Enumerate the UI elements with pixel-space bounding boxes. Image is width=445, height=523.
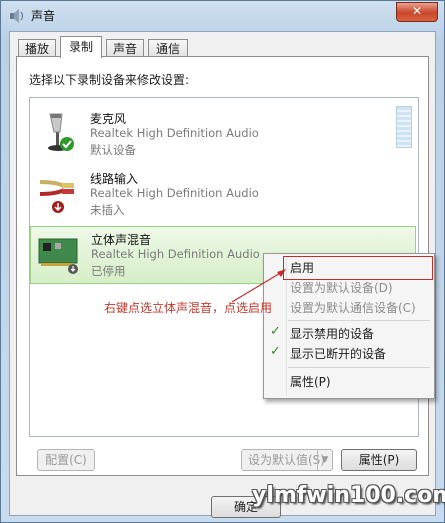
speaker-icon (10, 9, 24, 23)
device-microphone[interactable]: 麦克风 Realtek High Definition Audio 默认设备 (30, 106, 416, 164)
menu-separator (288, 367, 430, 368)
device-name: 线路输入 (90, 172, 139, 186)
tab-sounds[interactable]: 声音 (106, 39, 144, 57)
set-default-label: 设为默认值(S) (248, 453, 325, 467)
tab-playback[interactable]: 播放 (18, 39, 56, 57)
device-status: 已停用 (91, 264, 126, 278)
tab-communications[interactable]: 通信 (148, 39, 188, 57)
set-default-button[interactable]: 设为默认值(S) ▼ (241, 449, 333, 471)
menu-separator (288, 320, 430, 321)
device-driver: Realtek High Definition Audio (90, 186, 259, 200)
configure-button[interactable]: 配置(C) (37, 449, 95, 471)
annotation-text: 右键点选立体声混音，点选启用 (104, 301, 273, 315)
menu-item-show-disconnected[interactable]: 显示已断开的设备 (290, 344, 386, 364)
checkmark-icon: ✓ (270, 344, 281, 359)
annotation-highlight-box (283, 256, 433, 280)
menu-item-set-default-comm[interactable]: 设置为默认通信设备(C) (290, 298, 416, 318)
window-title: 声音 (31, 9, 56, 23)
close-button[interactable]: ✕ (396, 2, 438, 22)
device-line-in[interactable]: 线路输入 Realtek High Definition Audio 未插入 (30, 166, 416, 224)
menu-item-show-disabled[interactable]: 显示禁用的设备 (290, 324, 374, 344)
device-status: 未插入 (90, 203, 125, 217)
chevron-down-icon[interactable]: ▼ (317, 450, 332, 470)
menu-item-set-default[interactable]: 设置为默认设备(D) (290, 278, 393, 298)
instruction-label: 选择以下录制设备来修改设置: (29, 73, 190, 87)
device-status: 默认设备 (90, 143, 136, 157)
device-name: 麦克风 (90, 112, 127, 126)
title-bar[interactable]: 声音 ✕ (1, 1, 444, 31)
device-driver: Realtek High Definition Audio (90, 126, 259, 140)
watermark: ylmfwin100.com (252, 483, 445, 508)
device-name: 立体声混音 (91, 233, 152, 247)
checkmark-icon: ✓ (270, 324, 281, 339)
microphone-icon (48, 113, 74, 151)
line-in-icon (39, 180, 74, 213)
menu-item-properties[interactable]: 属性(P) (290, 372, 331, 392)
properties-button[interactable]: 属性(P) (341, 449, 417, 471)
device-driver: Realtek High Definition Audio (91, 247, 260, 261)
tab-recording[interactable]: 录制 (60, 36, 102, 58)
sound-card-icon (38, 238, 78, 274)
